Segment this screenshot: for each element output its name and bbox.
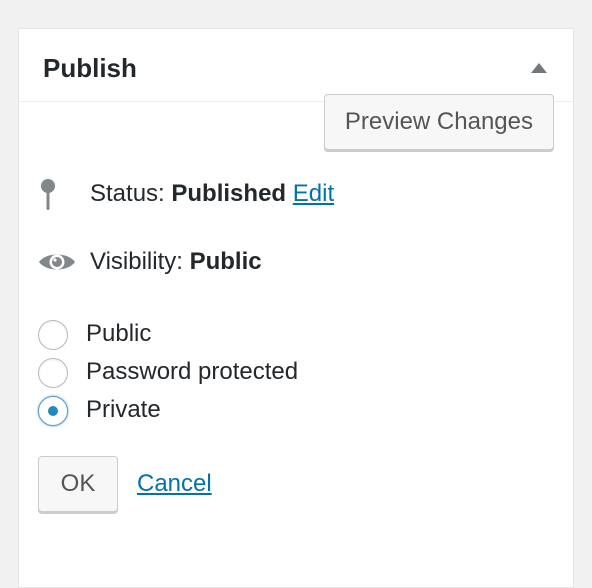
radio-public[interactable] <box>38 320 68 350</box>
visibility-option-public[interactable]: Public <box>38 318 438 352</box>
visibility-row: Visibility: Public <box>38 246 518 282</box>
eye-icon <box>38 250 76 281</box>
panel-header: Publish <box>19 29 573 102</box>
ok-button[interactable]: OK <box>38 456 118 512</box>
radio-label-public: Public <box>86 320 152 347</box>
visibility-label: Visibility: <box>90 248 183 275</box>
radio-selected-dot <box>48 406 58 416</box>
visibility-value: Public <box>189 248 262 275</box>
radio-label-private: Private <box>86 396 161 423</box>
visibility-option-private[interactable]: Private <box>38 394 438 428</box>
radio-private[interactable] <box>38 396 68 426</box>
visibility-option-password-protected[interactable]: Password protected <box>38 356 438 390</box>
radio-label-password-protected: Password protected <box>86 358 299 385</box>
panel-title: Publish <box>43 53 137 83</box>
status-label: Status: <box>90 180 165 207</box>
status-value: Published <box>171 180 287 207</box>
radio-password-protected[interactable] <box>38 358 68 388</box>
preview-changes-button[interactable]: Preview Changes <box>323 94 554 150</box>
cancel-link[interactable]: Cancel <box>137 470 212 498</box>
triangle-up-icon[interactable] <box>531 63 547 73</box>
status-row: Status: Published Edit <box>38 178 518 214</box>
pushpin-icon <box>38 178 58 219</box>
edit-status-link[interactable]: Edit <box>293 180 334 207</box>
